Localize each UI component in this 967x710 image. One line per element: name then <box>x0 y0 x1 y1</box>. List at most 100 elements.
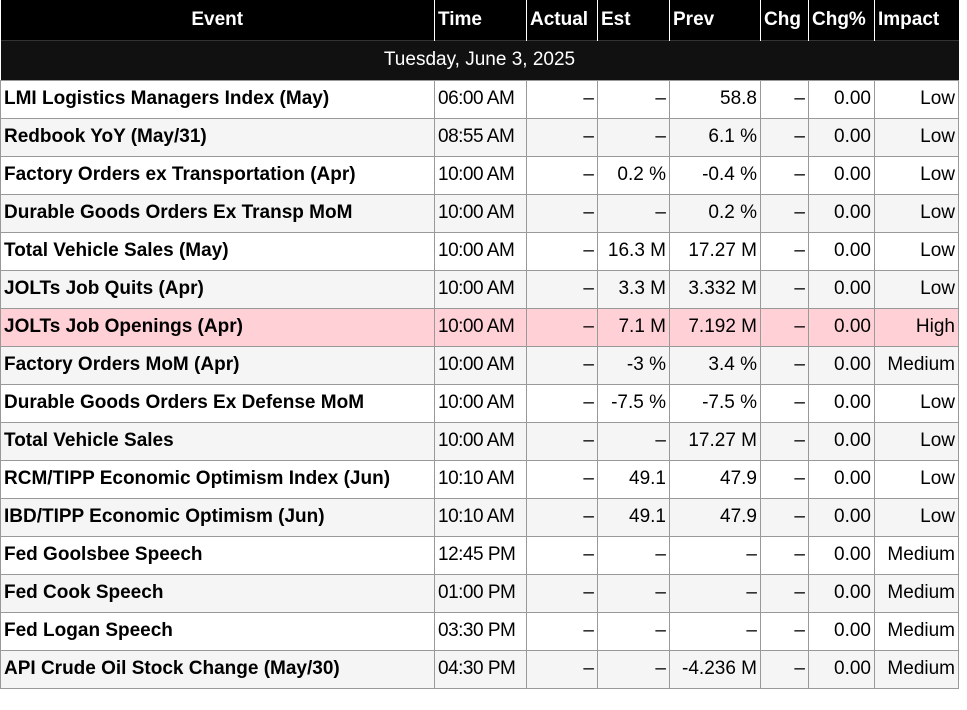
row-prev: 17.27 M <box>669 231 761 271</box>
row-prev: 47.9 <box>669 497 761 537</box>
row-est: – <box>597 79 670 119</box>
row-est: – <box>597 535 670 575</box>
row-est: – <box>597 573 670 613</box>
row-time: 10:00 AM <box>434 307 527 347</box>
table-row[interactable]: Total Vehicle Sales 10:00 AM – –17.27 M –0.0… <box>0 421 959 461</box>
row-event: Durable Goods Orders Ex Transp MoM <box>0 193 435 233</box>
row-actual: – <box>526 573 598 613</box>
row-prev: – <box>669 573 761 613</box>
row-chg: – <box>760 459 809 499</box>
row-chg-percent: 0.00 <box>808 459 875 499</box>
row-impact: Medium <box>874 573 959 613</box>
row-chg-percent: 0.00 <box>808 155 875 195</box>
row-chg: – <box>760 611 809 651</box>
row-est: – <box>597 117 670 157</box>
row-est: 0.2 % <box>597 155 670 195</box>
row-event: RCM/TIPP Economic Optimism Index (Jun) <box>0 459 435 499</box>
row-actual: – <box>526 459 598 499</box>
table-row[interactable]: Fed Logan Speech 03:30 PM – – – –0.00 Medium <box>0 611 959 651</box>
row-chg-percent: 0.00 <box>808 383 875 423</box>
row-event: Total Vehicle Sales <box>0 421 435 461</box>
row-est: 16.3 M <box>597 231 670 271</box>
row-time: 01:00 PM <box>434 573 527 613</box>
table-row[interactable]: Total Vehicle Sales (May) 10:00 AM –16.3 M… <box>0 231 959 271</box>
row-chg: – <box>760 649 809 689</box>
row-chg: – <box>760 573 809 613</box>
row-prev: 47.9 <box>669 459 761 499</box>
row-event: API Crude Oil Stock Change (May/30) <box>0 649 435 689</box>
header-prev[interactable]: Prev <box>669 0 761 40</box>
row-prev: 3.4 % <box>669 345 761 385</box>
header-event[interactable]: Event <box>1 0 435 40</box>
row-prev: 17.27 M <box>669 421 761 461</box>
table-row[interactable]: LMI Logistics Managers Index (May) 06:00 … <box>0 79 959 119</box>
row-est: – <box>597 611 670 651</box>
table-row[interactable]: Durable Goods Orders Ex Defense MoM 10:00… <box>0 383 959 423</box>
row-event: Fed Logan Speech <box>0 611 435 651</box>
row-impact: High <box>874 307 959 347</box>
table-row[interactable]: RCM/TIPP Economic Optimism Index (Jun) 10… <box>0 459 959 499</box>
row-time: 10:00 AM <box>434 421 527 461</box>
table-row[interactable]: Fed Cook Speech 01:00 PM – – – –0.00 Medium <box>0 573 959 613</box>
row-event: JOLTs Job Openings (Apr) <box>0 307 435 347</box>
table-row[interactable]: IBD/TIPP Economic Optimism (Jun) 10:10 AM… <box>0 497 959 537</box>
table-row[interactable]: Factory Orders MoM (Apr) 10:00 AM – -3 % 3.4… <box>0 345 959 385</box>
row-actual: – <box>526 155 598 195</box>
row-chg-percent: 0.00 <box>808 573 875 613</box>
table-row[interactable]: Durable Goods Orders Ex Transp MoM 10:00 … <box>0 193 959 233</box>
table-header: Event Time Actual Est Prev Chg Chg% Impa… <box>0 0 959 40</box>
row-event: Redbook YoY (May/31) <box>0 117 435 157</box>
row-time: 10:10 AM <box>434 497 527 537</box>
date-label: Tuesday, June 3, 2025 <box>0 39 959 80</box>
row-time: 10:10 AM <box>434 459 527 499</box>
row-chg: – <box>760 383 809 423</box>
row-impact: Low <box>874 79 959 119</box>
table-row[interactable]: Factory Orders ex Transportation (Apr) 10… <box>0 155 959 195</box>
table-row[interactable]: JOLTs Job Quits (Apr) 10:00 AM – 3.3 M 3.332… <box>0 269 959 309</box>
row-actual: – <box>526 79 598 119</box>
row-prev: 7.192 M <box>669 307 761 347</box>
row-est: -7.5 % <box>597 383 670 423</box>
row-event: Durable Goods Orders Ex Defense MoM <box>0 383 435 423</box>
row-chg-percent: 0.00 <box>808 193 875 233</box>
row-chg: – <box>760 269 809 309</box>
table-row[interactable]: API Crude Oil Stock Change (May/30) 04:30… <box>0 649 959 689</box>
economic-calendar-table: Event Time Actual Est Prev Chg Chg% Impa… <box>0 0 959 689</box>
row-time: 10:00 AM <box>434 383 527 423</box>
row-time: 10:00 AM <box>434 269 527 309</box>
row-event: IBD/TIPP Economic Optimism (Jun) <box>0 497 435 537</box>
header-est[interactable]: Est <box>597 0 670 40</box>
header-actual[interactable]: Actual <box>526 0 598 40</box>
row-impact: Low <box>874 497 959 537</box>
row-prev: – <box>669 611 761 651</box>
row-chg-percent: 0.00 <box>808 345 875 385</box>
row-chg-percent: 0.00 <box>808 535 875 575</box>
row-est: -3 % <box>597 345 670 385</box>
table-row[interactable]: Redbook YoY (May/31) 08:55 AM – –6.1 % –0.00… <box>0 117 959 157</box>
row-time: 10:00 AM <box>434 231 527 271</box>
header-impact[interactable]: Impact <box>874 0 959 40</box>
row-actual: – <box>526 497 598 537</box>
row-chg-percent: 0.00 <box>808 307 875 347</box>
row-chg: – <box>760 155 809 195</box>
table-body: Tuesday, June 3, 2025 LMI Logistics Mana… <box>0 39 959 689</box>
row-actual: – <box>526 383 598 423</box>
row-est: 3.3 M <box>597 269 670 309</box>
row-prev: 58.8 <box>669 79 761 119</box>
header-chg-percent[interactable]: Chg% <box>808 0 875 40</box>
row-est: 49.1 <box>597 459 670 499</box>
row-impact: Low <box>874 117 959 157</box>
row-prev: 3.332 M <box>669 269 761 309</box>
row-est: – <box>597 421 670 461</box>
header-time[interactable]: Time <box>434 0 527 40</box>
header-chg[interactable]: Chg <box>760 0 809 40</box>
row-prev: 6.1 % <box>669 117 761 157</box>
table-row[interactable]: JOLTs Job Openings (Apr) 10:00 AM –7.1 M 7.… <box>0 307 959 347</box>
row-time: 12:45 PM <box>434 535 527 575</box>
row-est: – <box>597 649 670 689</box>
table-row[interactable]: Fed Goolsbee Speech 12:45 PM – – – –0.00 Mediu… <box>0 535 959 575</box>
date-group-row: Tuesday, June 3, 2025 <box>0 39 959 80</box>
row-chg: – <box>760 307 809 347</box>
row-event: JOLTs Job Quits (Apr) <box>0 269 435 309</box>
header-row: Event Time Actual Est Prev Chg Chg% Impa… <box>0 0 959 40</box>
